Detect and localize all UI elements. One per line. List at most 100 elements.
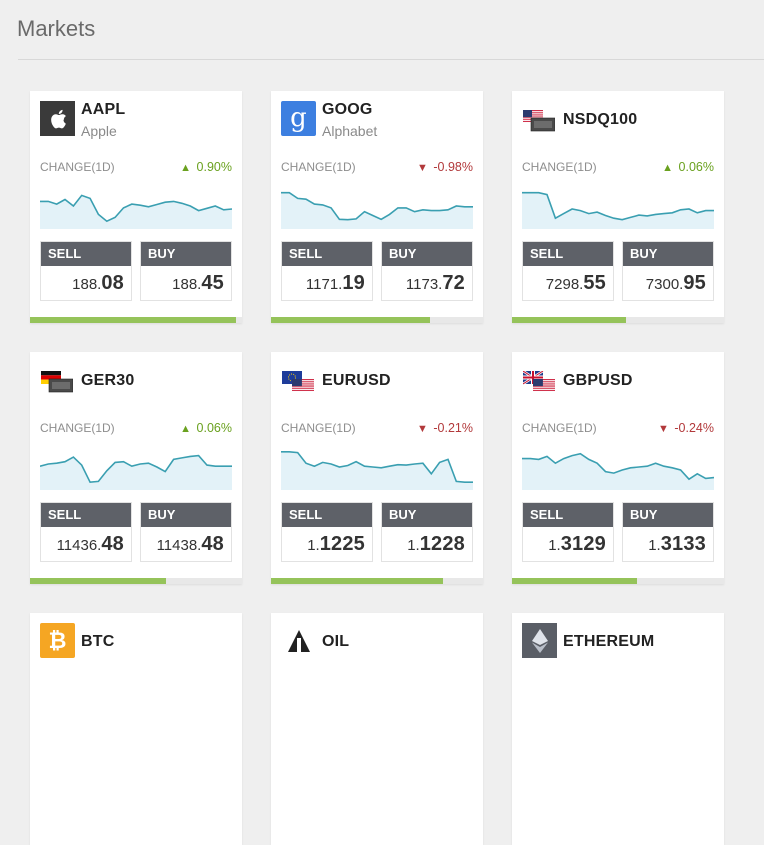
sell-button[interactable]: SELL 7298.55 bbox=[522, 241, 614, 301]
sell-label: SELL bbox=[282, 503, 372, 527]
buy-label: BUY bbox=[141, 503, 231, 527]
arrow-up-icon: ▲ bbox=[180, 423, 192, 435]
sentiment-bar-fill bbox=[512, 317, 627, 323]
google-icon: g bbox=[281, 101, 316, 136]
market-card-oil[interactable]: OIL bbox=[271, 613, 483, 845]
arrow-down-icon: ▼ bbox=[417, 423, 428, 435]
instrument-symbol[interactable]: GBPUSD bbox=[563, 372, 633, 390]
sparkline-chart bbox=[522, 183, 714, 229]
sell-button[interactable]: SELL 1.3129 bbox=[522, 502, 614, 562]
sparkline-chart bbox=[40, 183, 233, 229]
sell-button[interactable]: SELL 1171.19 bbox=[281, 241, 373, 301]
change-label: CHANGE(1D) bbox=[281, 421, 356, 435]
instrument-symbol[interactable]: NSDQ100 bbox=[563, 111, 637, 129]
instrument-symbol[interactable]: GER30 bbox=[81, 372, 134, 390]
market-card-btc[interactable]: ₿ BTC bbox=[30, 613, 242, 845]
sell-button[interactable]: SELL 11436.48 bbox=[40, 502, 132, 562]
market-card-ger30[interactable]: GER30 CHANGE(1D) ▲ 0.06% SELL 11436.48 BU… bbox=[30, 352, 242, 584]
instrument-symbol[interactable]: EURUSD bbox=[322, 372, 391, 390]
market-card-ethereum[interactable]: ETHEREUM bbox=[512, 613, 724, 845]
sparkline-area bbox=[522, 192, 714, 229]
market-card-eurusd[interactable]: EURUSD CHANGE(1D) ▼ -0.21% SELL 1.1225 BU… bbox=[271, 352, 483, 584]
sparkline-area bbox=[40, 195, 232, 229]
buy-price: 7300.95 bbox=[645, 272, 706, 294]
arrow-down-icon: ▼ bbox=[417, 162, 428, 174]
sell-price: 11436.48 bbox=[56, 533, 124, 555]
change-label: CHANGE(1D) bbox=[522, 160, 597, 174]
change-value: ▼ -0.24% bbox=[658, 421, 714, 435]
germany-flag-icon bbox=[41, 371, 74, 393]
sentiment-bar-fill bbox=[30, 317, 236, 323]
buy-button[interactable]: BUY 11438.48 bbox=[140, 502, 232, 562]
apple-icon bbox=[40, 101, 75, 136]
buy-price: 1.3133 bbox=[648, 533, 706, 555]
instrument-symbol[interactable]: GOOG bbox=[322, 101, 373, 119]
change-label: CHANGE(1D) bbox=[522, 421, 597, 435]
sell-price: 188.08 bbox=[72, 272, 124, 294]
change-label: CHANGE(1D) bbox=[40, 160, 115, 174]
sparkline-area bbox=[281, 451, 473, 490]
buy-label: BUY bbox=[623, 503, 713, 527]
sentiment-bar bbox=[30, 578, 242, 584]
sparkline-chart bbox=[522, 444, 715, 490]
sentiment-bar bbox=[30, 317, 242, 323]
buy-label: BUY bbox=[382, 503, 472, 527]
instrument-symbol[interactable]: AAPL bbox=[81, 101, 125, 119]
sell-label: SELL bbox=[41, 503, 131, 527]
oil-icon bbox=[281, 623, 316, 658]
buy-button[interactable]: BUY 188.45 bbox=[140, 241, 232, 301]
uk-us-flag-icon bbox=[522, 369, 555, 393]
change-percent: -0.24% bbox=[674, 421, 714, 435]
instrument-name: Apple bbox=[81, 123, 117, 139]
sell-button[interactable]: SELL 188.08 bbox=[40, 241, 132, 301]
sell-button[interactable]: SELL 1.1225 bbox=[281, 502, 373, 562]
buy-button[interactable]: BUY 1.1228 bbox=[381, 502, 473, 562]
sell-label: SELL bbox=[523, 503, 613, 527]
buy-price: 1.1228 bbox=[407, 533, 465, 555]
sentiment-bar bbox=[512, 317, 724, 323]
change-value: ▼ -0.21% bbox=[417, 421, 473, 435]
buy-price: 188.45 bbox=[172, 272, 224, 294]
sentiment-bar bbox=[271, 317, 483, 323]
market-card-aapl[interactable]: AAPL Apple CHANGE(1D) ▲ 0.90% SELL 188.08 … bbox=[30, 91, 242, 323]
change-percent: -0.21% bbox=[433, 421, 473, 435]
market-card-nsdq100[interactable]: NSDQ100 CHANGE(1D) ▲ 0.06% SELL 7298.55 B… bbox=[512, 91, 724, 323]
buy-price: 11438.48 bbox=[156, 533, 224, 555]
sell-label: SELL bbox=[41, 242, 131, 266]
buy-label: BUY bbox=[623, 242, 713, 266]
sell-label: SELL bbox=[523, 242, 613, 266]
change-label: CHANGE(1D) bbox=[40, 421, 115, 435]
buy-button[interactable]: BUY 1.3133 bbox=[622, 502, 714, 562]
market-card-goog[interactable]: g GOOG Alphabet CHANGE(1D) ▼ -0.98% SELL 11… bbox=[271, 91, 483, 323]
buy-price: 1173.72 bbox=[405, 272, 465, 294]
change-value: ▲ 0.06% bbox=[180, 421, 232, 435]
bitcoin-icon: ₿ bbox=[40, 623, 75, 658]
buy-button[interactable]: BUY 7300.95 bbox=[622, 241, 714, 301]
sparkline-chart bbox=[281, 444, 473, 490]
buy-label: BUY bbox=[141, 242, 231, 266]
sell-price: 7298.55 bbox=[545, 272, 606, 294]
eu-us-flag-icon bbox=[282, 371, 314, 393]
us-flag-icon bbox=[523, 110, 556, 132]
sentiment-bar-fill bbox=[271, 317, 430, 323]
sparkline-chart bbox=[281, 183, 473, 229]
market-card-gbpusd[interactable]: GBPUSD CHANGE(1D) ▼ -0.24% SELL 1.3129 BU… bbox=[512, 352, 724, 584]
change-percent: 0.90% bbox=[196, 160, 232, 174]
arrow-down-icon: ▼ bbox=[658, 423, 669, 435]
sparkline-chart bbox=[39, 444, 232, 490]
arrow-up-icon: ▲ bbox=[180, 162, 192, 174]
change-value: ▼ -0.98% bbox=[417, 160, 473, 174]
change-value: ▲ 0.06% bbox=[662, 160, 714, 174]
change-percent: 0.06% bbox=[678, 160, 714, 174]
instrument-symbol[interactable]: BTC bbox=[81, 633, 114, 651]
change-label: CHANGE(1D) bbox=[281, 160, 356, 174]
instrument-name: Alphabet bbox=[322, 123, 378, 139]
instrument-symbol[interactable]: OIL bbox=[322, 633, 349, 651]
sell-label: SELL bbox=[282, 242, 372, 266]
arrow-up-icon: ▲ bbox=[662, 162, 674, 174]
buy-button[interactable]: BUY 1173.72 bbox=[381, 241, 473, 301]
ethereum-icon bbox=[522, 623, 557, 658]
instrument-symbol[interactable]: ETHEREUM bbox=[563, 633, 654, 651]
sentiment-bar bbox=[271, 578, 483, 584]
change-percent: -0.98% bbox=[433, 160, 473, 174]
